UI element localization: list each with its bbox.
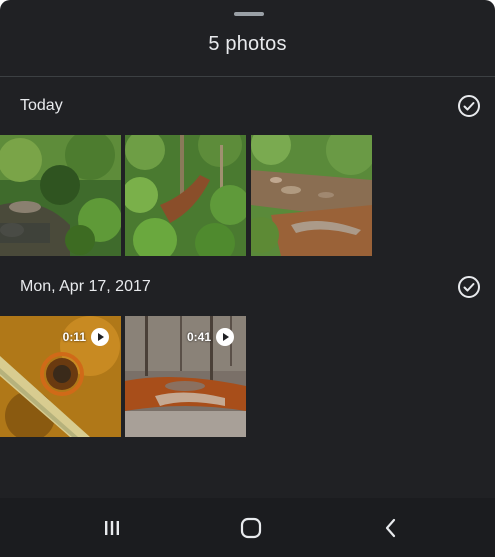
- photo-thumbnail[interactable]: [251, 135, 372, 256]
- recents-icon[interactable]: [98, 514, 126, 542]
- photo-thumbnail[interactable]: [125, 135, 246, 256]
- hillside-ravine-photo: [125, 135, 246, 256]
- forest-stream-photo: [0, 135, 121, 256]
- check-circle-icon[interactable]: [457, 94, 481, 118]
- photos-bottom-sheet: 5 photos Today Mon, Apr 17, 2017 0:11 0:…: [0, 0, 495, 498]
- play-icon: [91, 328, 109, 346]
- video-badge: 0:41: [187, 328, 234, 346]
- video-thumbnail[interactable]: 0:11: [0, 316, 121, 437]
- check-circle-icon[interactable]: [457, 275, 481, 299]
- video-thumbnail[interactable]: 0:41: [125, 316, 246, 437]
- photo-thumbnail[interactable]: [0, 135, 121, 256]
- back-icon[interactable]: [377, 514, 405, 542]
- home-icon[interactable]: [237, 514, 265, 542]
- rocky-creek-photo: [251, 135, 372, 256]
- system-nav-bar: [0, 498, 495, 557]
- video-badge: 0:11: [63, 328, 109, 346]
- section-label-today: Today: [20, 97, 63, 114]
- play-icon: [216, 328, 234, 346]
- video-duration: 0:11: [62, 330, 86, 344]
- video-duration: 0:41: [186, 330, 211, 344]
- sheet-title: 5 photos: [208, 33, 287, 55]
- drag-handle[interactable]: [234, 12, 264, 16]
- section-label-date: Mon, Apr 17, 2017: [20, 278, 151, 295]
- divider: [0, 76, 495, 77]
